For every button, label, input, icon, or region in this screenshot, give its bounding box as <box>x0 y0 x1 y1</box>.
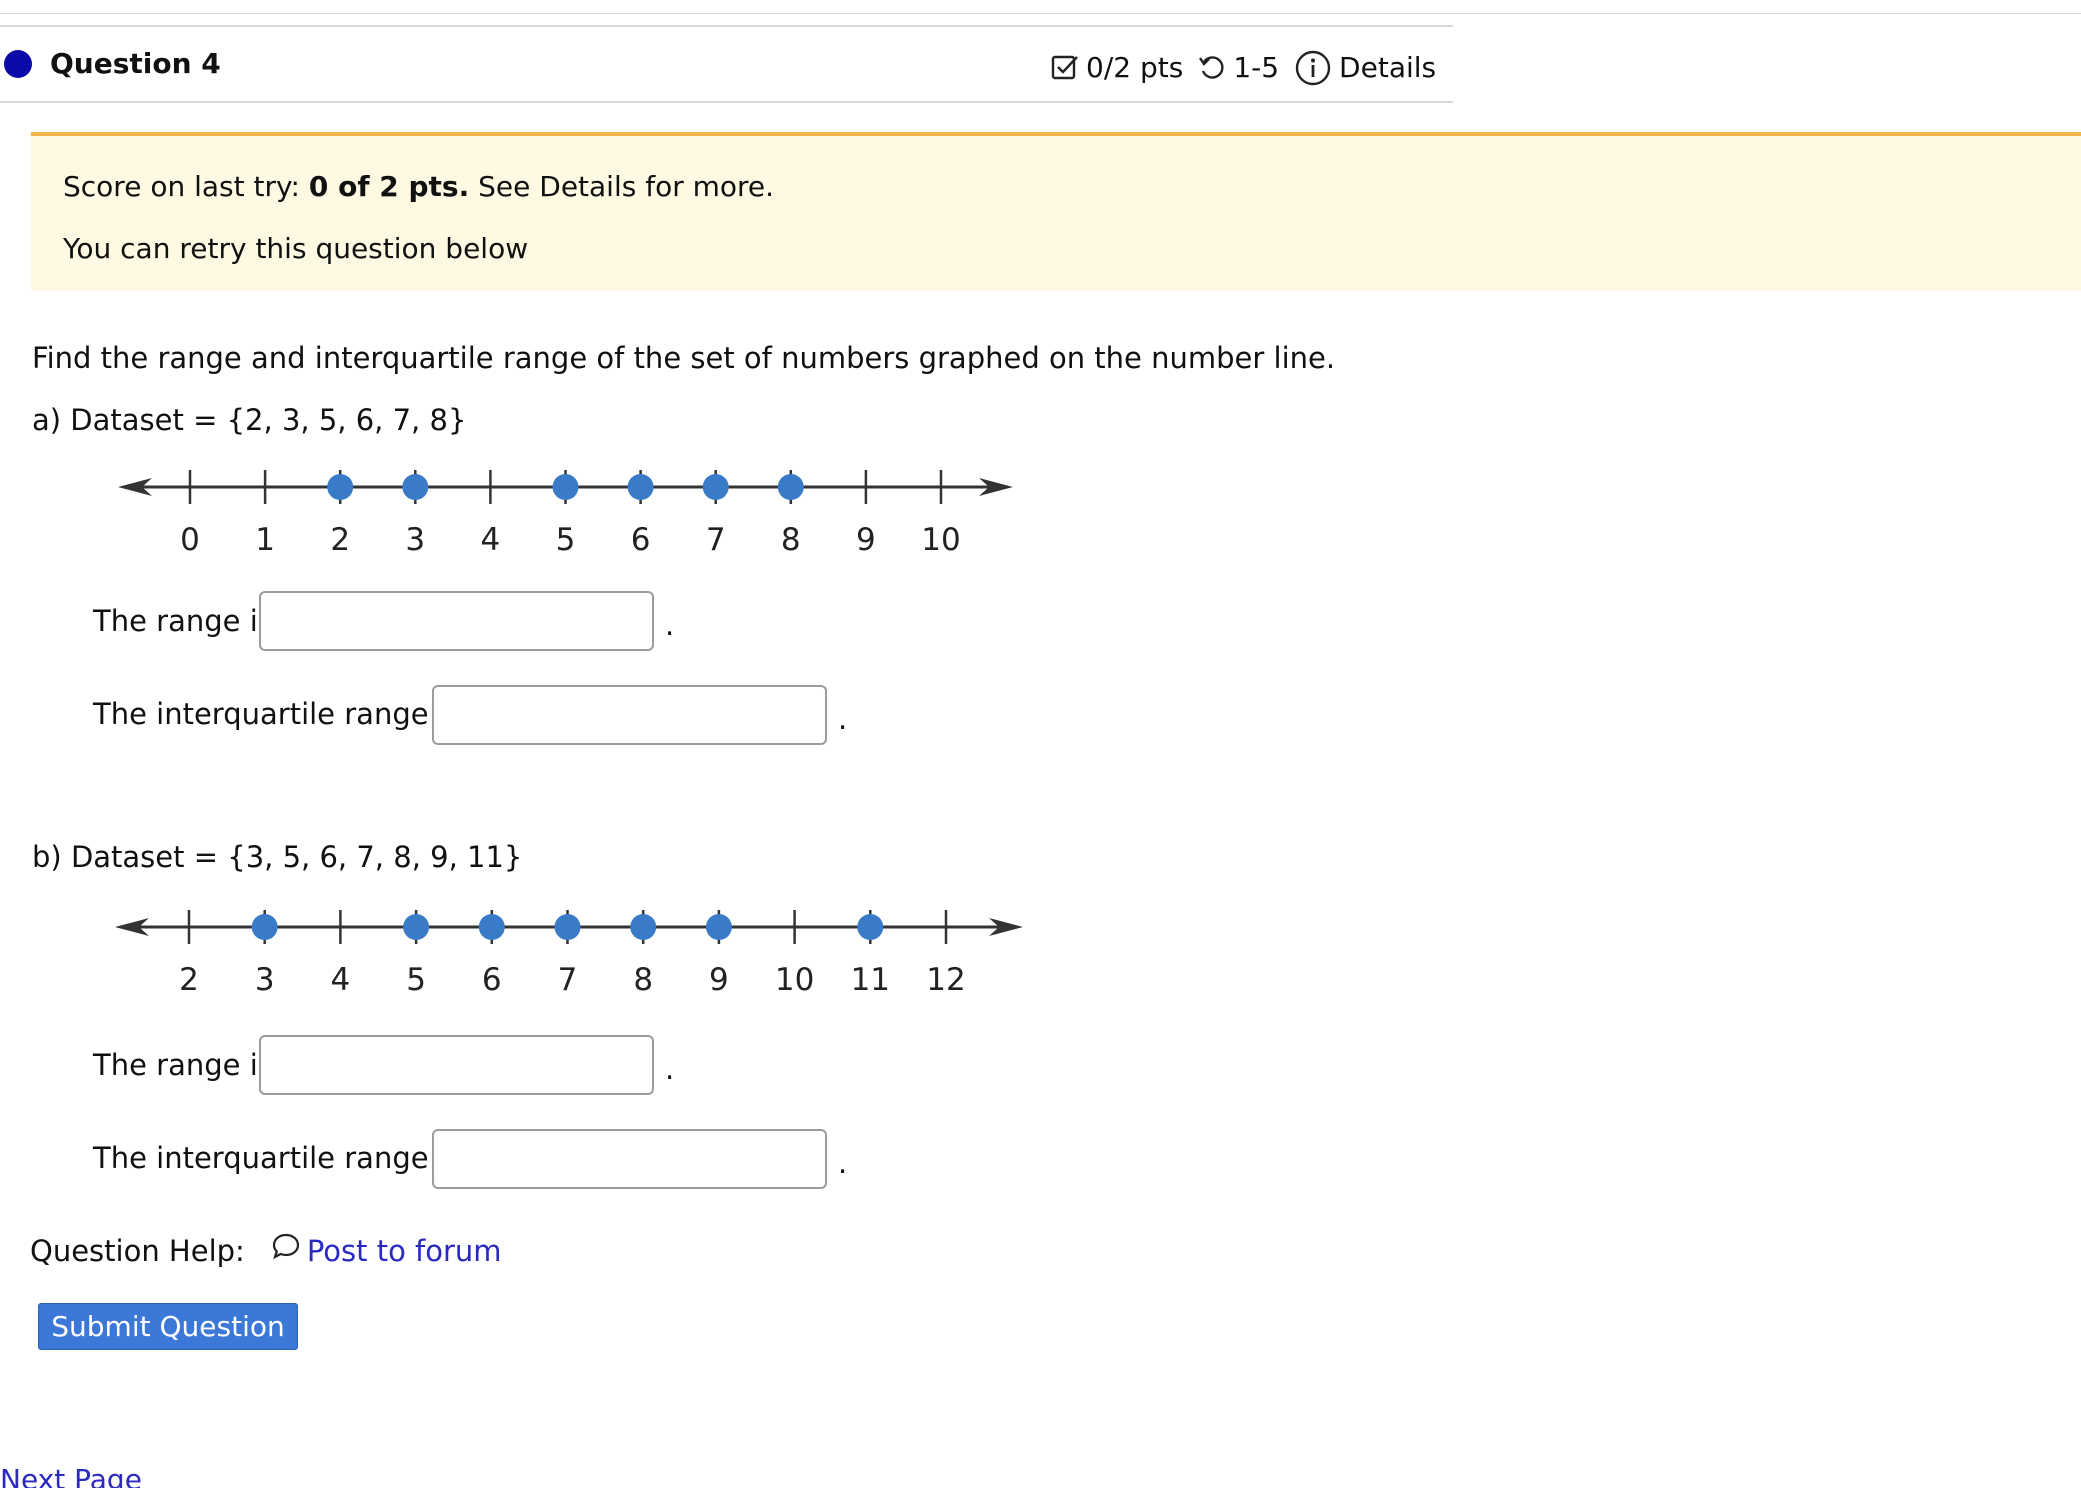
tick-label: 2 <box>179 962 199 998</box>
tick-label: 8 <box>633 962 653 998</box>
tick-label: 11 <box>851 962 890 998</box>
tick-label: 6 <box>631 522 651 558</box>
tick-label: 12 <box>926 962 965 998</box>
number-line-svg: 2 3 4 5 6 7 8 9 10 11 12 <box>115 910 1023 998</box>
tick-label: 3 <box>405 522 425 558</box>
part-b-heading: b) Dataset = {3, 5, 6, 7, 8, 9, 11} <box>32 840 523 874</box>
retry-icon <box>1197 53 1227 83</box>
number-line-svg: 0 1 2 3 4 5 6 7 8 9 10 <box>118 470 1013 558</box>
data-point <box>702 474 729 500</box>
points-indicator: 0/2 pts <box>1050 50 1183 86</box>
score-line: Score on last try: 0 of 2 pts. See Detai… <box>63 169 774 205</box>
question-status-dot <box>4 50 32 78</box>
question-help-label: Question Help: <box>30 1233 245 1268</box>
score-suffix: See Details for more. <box>469 170 775 203</box>
tick-label: 9 <box>709 962 729 998</box>
score-value: 0 of 2 pts. <box>308 170 470 203</box>
number-line-b: 2 3 4 5 6 7 8 9 10 11 12 <box>110 895 1050 1005</box>
data-point <box>251 914 278 940</box>
tick-label: 3 <box>255 962 275 998</box>
attempts-text: 1-5 <box>1233 51 1280 84</box>
number-line-a: 0 1 2 3 4 5 6 7 8 9 10 <box>110 455 1030 565</box>
data-point <box>478 914 505 940</box>
next-page-link[interactable]: Next Page <box>0 1462 142 1488</box>
question-help: Question Help: Post to forum <box>30 1231 502 1270</box>
submit-question-button[interactable]: Submit Question <box>38 1303 298 1350</box>
part-b-range-label: The range is <box>93 1048 273 1082</box>
data-point <box>402 474 429 500</box>
question-prompt: Find the range and interquartile range o… <box>32 341 1336 375</box>
top-rule <box>0 13 2081 14</box>
data-point <box>403 914 430 940</box>
question-status-bar: 0/2 pts 1-5 Details <box>1050 48 1436 88</box>
tick-label: 2 <box>330 522 350 558</box>
part-b-iqr-input[interactable] <box>432 1129 827 1189</box>
tick-label: 8 <box>781 522 801 558</box>
data-point <box>554 914 581 940</box>
data-point <box>552 474 579 500</box>
chat-bubble-icon <box>271 1231 301 1270</box>
tick-label: 5 <box>406 962 426 998</box>
part-a-iqr-label: The interquartile range is <box>93 697 461 731</box>
tick-label: 0 <box>180 522 200 558</box>
data-point <box>857 914 884 940</box>
part-a-iqr-period: . <box>838 702 848 736</box>
data-point <box>630 914 657 940</box>
tick-label: 4 <box>481 522 501 558</box>
points-text: 0/2 pts <box>1086 51 1184 84</box>
part-a-iqr-input[interactable] <box>432 685 827 745</box>
part-b-range-period: . <box>665 1052 675 1086</box>
details-label[interactable]: Details <box>1339 50 1436 86</box>
part-a-heading: a) Dataset = {2, 3, 5, 6, 7, 8} <box>32 403 467 437</box>
retry-text: You can retry this question below <box>63 232 529 265</box>
tick-label: 5 <box>556 522 576 558</box>
tick-label: 7 <box>558 962 578 998</box>
part-a-range-label: The range is <box>93 604 273 638</box>
attempts-indicator: 1-5 <box>1197 50 1279 86</box>
tick-label: 7 <box>706 522 726 558</box>
part-b-range-input[interactable] <box>259 1035 654 1095</box>
header-top-rule <box>0 25 1453 27</box>
tick-label: 4 <box>331 962 351 998</box>
tick-label: 6 <box>482 962 502 998</box>
post-to-forum-link[interactable]: Post to forum <box>271 1231 502 1270</box>
part-b-iqr-label: The interquartile range is <box>93 1141 461 1175</box>
data-point <box>705 914 732 940</box>
tick-label: 10 <box>775 962 814 998</box>
tick-label: 9 <box>856 522 876 558</box>
tick-label: 1 <box>255 522 275 558</box>
checkbox-icon <box>1050 53 1080 83</box>
header-bottom-rule <box>0 101 1453 103</box>
details-link[interactable]: Details <box>1295 50 1436 86</box>
data-point <box>327 474 354 500</box>
part-b-iqr-period: . <box>838 1146 848 1180</box>
part-a-range-period: . <box>665 608 675 642</box>
tick-label: 10 <box>921 522 960 558</box>
info-icon <box>1295 50 1331 86</box>
part-a-range-input[interactable] <box>259 591 654 651</box>
data-point <box>777 474 804 500</box>
score-banner: Score on last try: 0 of 2 pts. See Detai… <box>31 132 2081 291</box>
data-point <box>627 474 654 500</box>
post-to-forum-label[interactable]: Post to forum <box>307 1232 502 1270</box>
score-prefix: Score on last try: <box>63 170 309 203</box>
question-title: Question 4 <box>50 47 221 80</box>
